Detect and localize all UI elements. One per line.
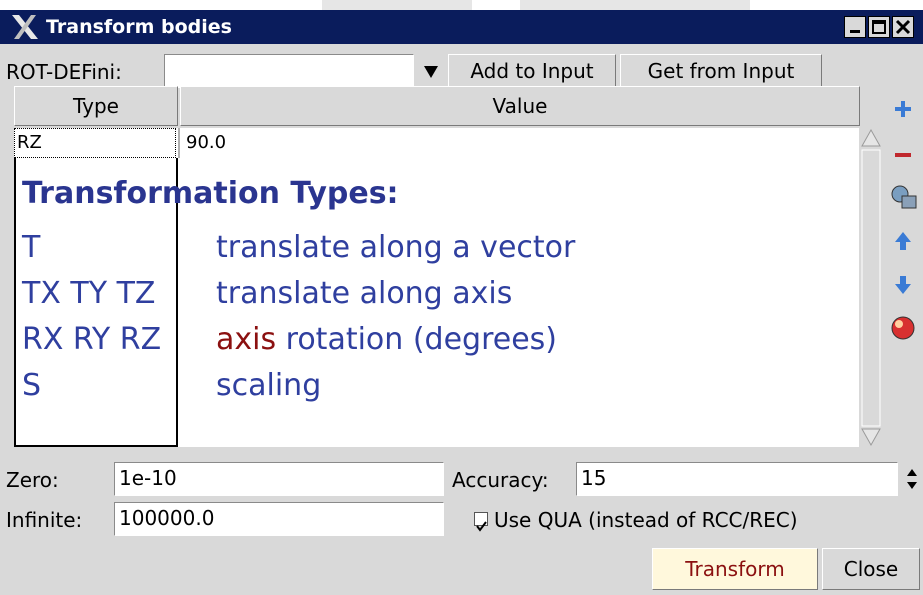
minimize-icon xyxy=(850,30,860,33)
column-header-value[interactable]: Value xyxy=(180,86,860,126)
zero-label: Zero: xyxy=(6,468,59,492)
title-bar[interactable]: Transform bodies xyxy=(0,10,923,44)
help-code: RX RY RZ xyxy=(22,322,162,357)
add-to-input-button[interactable]: Add to Input xyxy=(448,54,616,88)
column-divider xyxy=(178,128,180,158)
zero-input[interactable]: 1e-10 xyxy=(114,462,444,496)
help-desc-highlight: axis xyxy=(216,322,277,357)
remove-icon xyxy=(895,153,911,157)
move-up-button[interactable] xyxy=(888,226,918,256)
help-heading: Transformation Types: xyxy=(22,176,399,211)
move-up-icon xyxy=(895,232,911,250)
column-header-type[interactable]: Type xyxy=(14,86,178,126)
infinite-label: Infinite: xyxy=(6,508,83,532)
accuracy-spinbox[interactable]: 15 xyxy=(576,462,898,496)
find-icon xyxy=(891,185,917,209)
help-code: TX TY TZ xyxy=(22,276,156,311)
help-desc: scaling xyxy=(216,368,322,403)
maximize-icon xyxy=(872,20,886,34)
window-title: Transform bodies xyxy=(46,16,232,38)
background-window-edge xyxy=(322,0,472,10)
close-window-button[interactable] xyxy=(892,16,914,38)
minimize-button[interactable] xyxy=(844,16,866,38)
scrollbar-arrows xyxy=(861,128,881,447)
spinner-arrows-icon xyxy=(907,469,917,489)
help-code: T xyxy=(22,230,41,265)
background-window-edge xyxy=(520,0,750,10)
move-down-icon xyxy=(895,276,911,294)
transform-button[interactable]: Transform xyxy=(652,548,818,590)
help-desc-line: axis rotation (degrees) xyxy=(216,322,557,357)
value-cell[interactable]: 90.0 xyxy=(186,128,226,158)
use-qua-checkbox[interactable] xyxy=(474,512,488,532)
rotdefi-label: ROT-DEFini: xyxy=(6,60,122,84)
add-row-button[interactable] xyxy=(888,94,918,124)
type-cell[interactable]: RZ xyxy=(14,128,176,158)
move-down-button[interactable] xyxy=(888,270,918,300)
rotdefi-combo-input[interactable] xyxy=(164,54,414,88)
accuracy-label: Accuracy: xyxy=(452,468,549,492)
help-desc: rotation (degrees) xyxy=(276,322,557,357)
find-button[interactable] xyxy=(888,182,918,212)
background-strip xyxy=(0,0,923,10)
accuracy-spinner[interactable] xyxy=(902,464,922,494)
x-logo-icon xyxy=(12,15,38,39)
help-desc: translate along axis xyxy=(216,276,513,311)
clear-icon xyxy=(891,316,915,340)
maximize-button[interactable] xyxy=(868,16,890,38)
dropdown-arrow-icon xyxy=(424,66,438,78)
infinite-input[interactable]: 100000.0 xyxy=(114,502,444,536)
remove-row-button[interactable] xyxy=(888,140,918,170)
help-code: S xyxy=(22,368,42,403)
clear-button[interactable] xyxy=(888,312,918,342)
rotdefi-dropdown[interactable] xyxy=(418,58,444,84)
close-icon xyxy=(895,19,911,35)
checkmark-icon xyxy=(476,521,487,532)
add-icon xyxy=(895,101,911,117)
use-qua-label: Use QUA (instead of RCC/REC) xyxy=(494,508,798,532)
help-desc: translate along a vector xyxy=(216,230,576,265)
get-from-input-button[interactable]: Get from Input xyxy=(620,54,822,88)
transform-bodies-dialog: Transform bodies ROT-DEFini: Add to Inpu… xyxy=(0,10,923,595)
close-button[interactable]: Close xyxy=(822,548,920,590)
list-scrollbar[interactable] xyxy=(860,128,882,447)
